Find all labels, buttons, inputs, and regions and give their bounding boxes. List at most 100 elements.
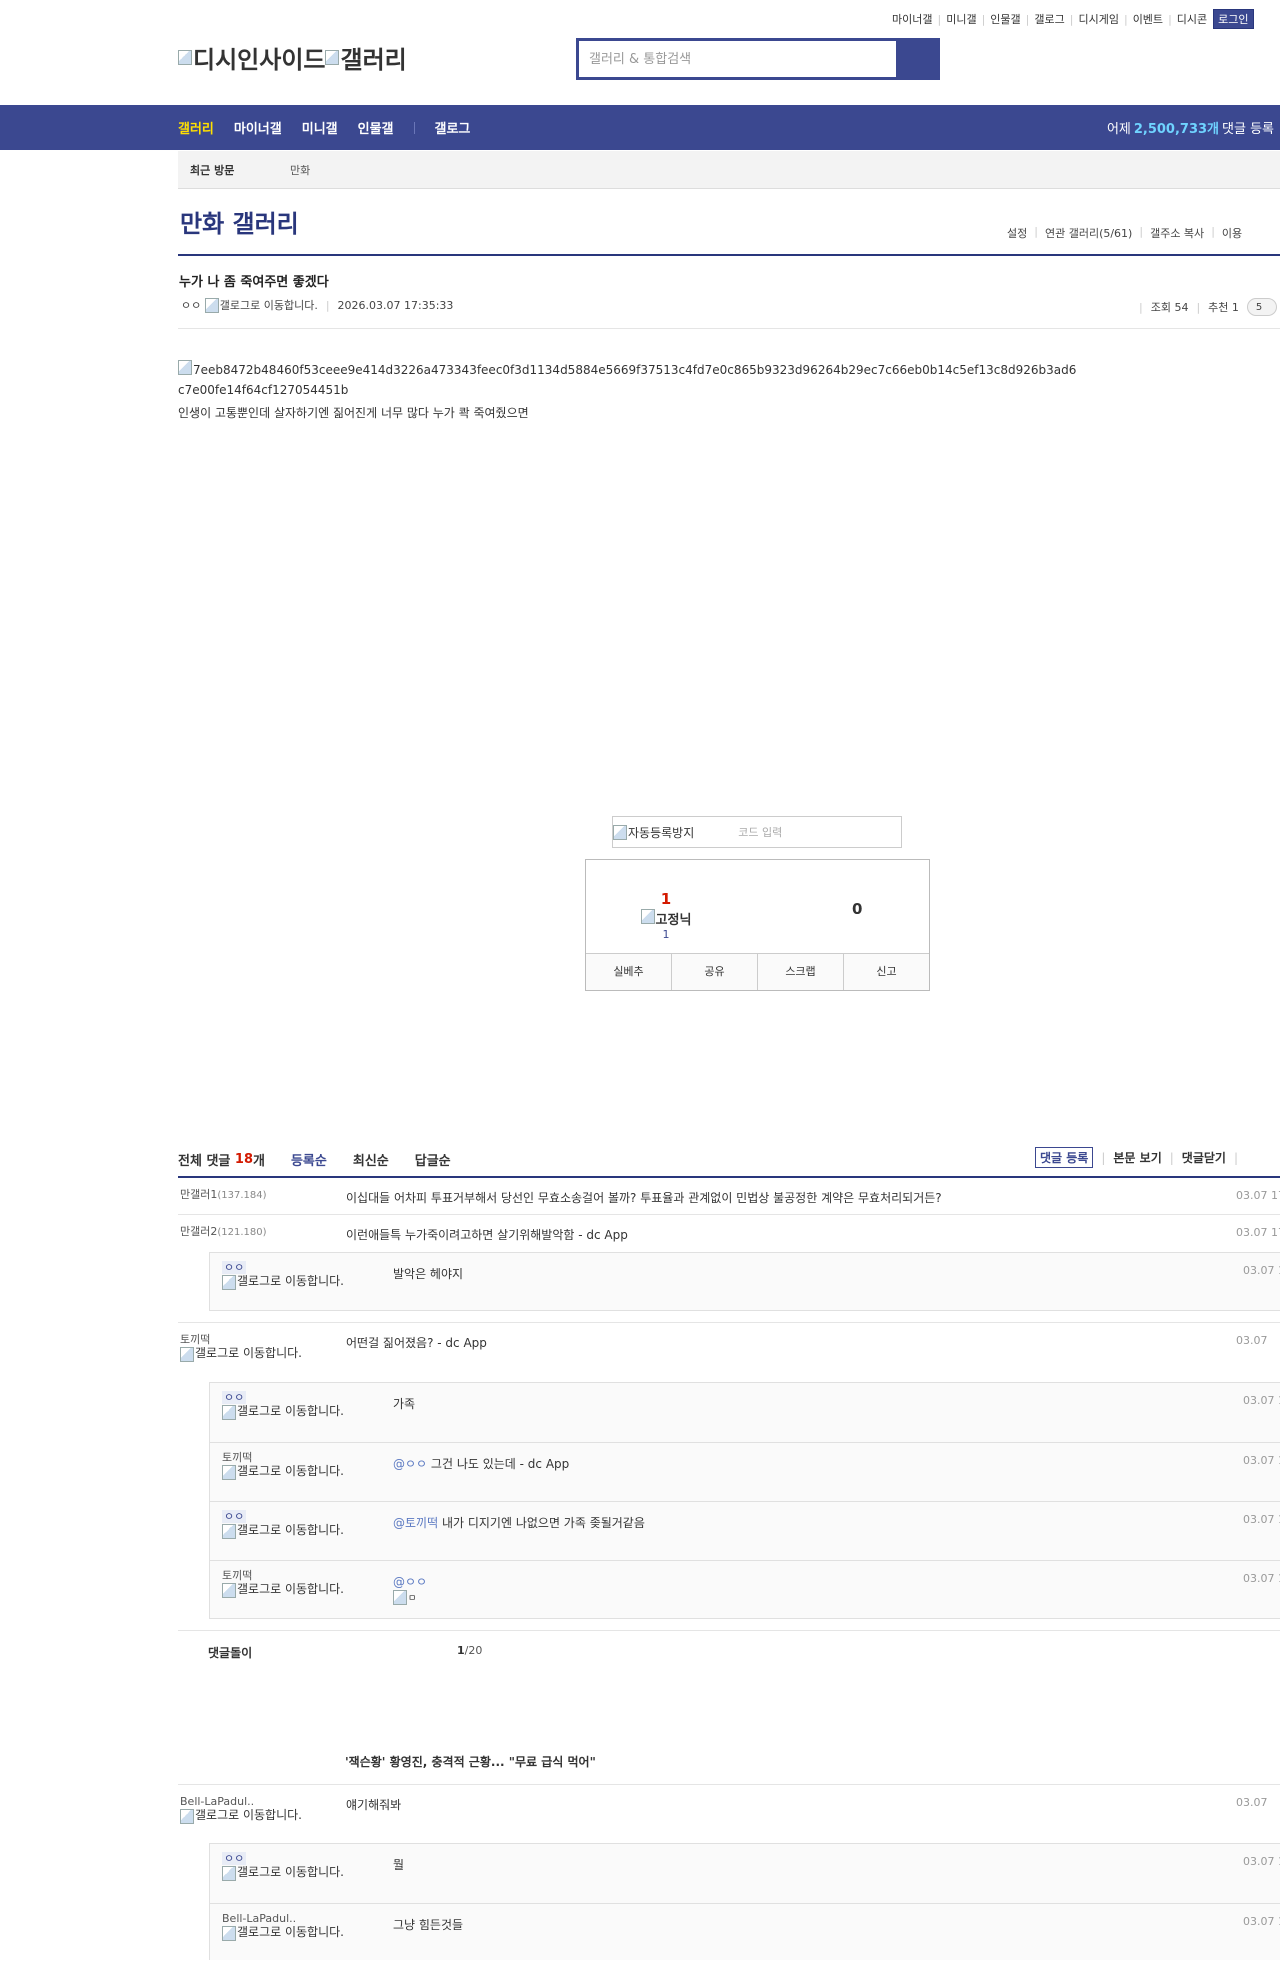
reply-text-body: 내가 디지기엔 나없으면 가족 좆될거같음 bbox=[441, 1516, 645, 1530]
comment-nick[interactable]: 만갤러2(121.180) bbox=[180, 1225, 310, 1239]
topnav-mini-gallery[interactable]: 미니갤 bbox=[946, 11, 976, 27]
topnav-gallog[interactable]: 갤로그 bbox=[1034, 11, 1064, 27]
pager-total: /20 bbox=[464, 1644, 483, 1657]
post-author[interactable]: ㅇㅇ bbox=[181, 297, 201, 313]
gallog-link[interactable]: 갤로그로 이동합니다. bbox=[222, 1465, 352, 1480]
captcha-alt: 자동등록방지 bbox=[628, 825, 695, 840]
gallog-icon[interactable] bbox=[204, 297, 219, 313]
divider bbox=[413, 121, 415, 134]
sort-latest[interactable]: 최신순 bbox=[353, 1150, 389, 1169]
divider: | bbox=[937, 12, 942, 26]
reply-mention[interactable]: @토끼떡 bbox=[393, 1516, 438, 1530]
site-logo[interactable]: 디시인사이드 갤러리 bbox=[178, 40, 407, 75]
topnav-dccon[interactable]: 디시콘 bbox=[1177, 11, 1207, 27]
nick-text: Bell-LaPadul.. bbox=[222, 1912, 297, 1925]
gallery-settings-link[interactable]: 설정 bbox=[1007, 225, 1027, 241]
recent-visit-item[interactable]: 만화 bbox=[290, 162, 310, 178]
topnav-event[interactable]: 이벤트 bbox=[1133, 11, 1163, 27]
reply-mention[interactable]: @ㅇㅇ bbox=[393, 1575, 427, 1589]
topnav-person-gallery[interactable]: 인물갤 bbox=[990, 11, 1020, 27]
reply-nick[interactable]: ㅇㅇ 갤로그로 이동합니다. bbox=[222, 1852, 352, 1881]
comment-count-pill[interactable]: 5 bbox=[1246, 298, 1277, 316]
login-button[interactable]: 로그인 bbox=[1213, 9, 1254, 29]
topnav-minor-gallery[interactable]: 마이너갤 bbox=[892, 11, 932, 27]
divider: | bbox=[1025, 12, 1030, 26]
divider: | bbox=[1233, 1150, 1238, 1165]
divider: | bbox=[1034, 225, 1038, 238]
comment-date: 03.07 bbox=[1236, 1796, 1268, 1809]
comment-nick[interactable]: Bell-LaPadul.. 갤로그로 이동합니다. bbox=[180, 1795, 310, 1824]
recommend-up[interactable]: 1 고정닉 1 bbox=[626, 890, 706, 941]
ad-headline[interactable]: '잭슨황' 황영진, 충격적 근황... "무료 급식 먹어" bbox=[345, 1753, 596, 1770]
nav-gallog[interactable]: 갤로그 bbox=[435, 118, 471, 137]
pager-current[interactable]: 1 bbox=[457, 1644, 465, 1657]
reply-nick[interactable]: ㅇㅇ 갤로그로 이동합니다. bbox=[222, 1261, 352, 1290]
copy-gallery-url-link[interactable]: 갤주소 복사 bbox=[1150, 225, 1204, 241]
broken-image-icon bbox=[222, 1275, 236, 1290]
reply-nick[interactable]: ㅇㅇ 갤로그로 이동합니다. bbox=[222, 1391, 352, 1420]
view-body-button[interactable]: 본문 보기 bbox=[1113, 1149, 1161, 1166]
gallog-alt: 갤로그로 이동합니다. bbox=[195, 1808, 302, 1822]
gallog-link[interactable]: 갤로그로 이동합니다. bbox=[222, 1866, 352, 1881]
reply-row: 토끼떡갤로그로 이동합니다. @ㅇㅇㅁ 03.07 1 bbox=[210, 1560, 1280, 1620]
broken-image-icon bbox=[222, 1866, 236, 1881]
gallog-link[interactable]: 갤로그로 이동합니다. bbox=[222, 1926, 352, 1941]
nav-gallery[interactable]: 갤러리 bbox=[178, 118, 214, 137]
gallog-link[interactable]: 갤로그로 이동합니다. bbox=[222, 1524, 352, 1539]
reply-text: 발악은 헤야지 bbox=[393, 1267, 464, 1281]
divider: | bbox=[325, 298, 330, 312]
fixed-nick-alt: 고정닉 bbox=[655, 913, 692, 928]
gallog-link[interactable]: 갤로그로 이동합니다. bbox=[180, 1809, 310, 1824]
divider: | bbox=[1196, 300, 1201, 314]
close-comments-button[interactable]: 댓글닫기 bbox=[1182, 1149, 1226, 1166]
related-gallery-link[interactable]: 연관 갤러리(5/61) bbox=[1045, 225, 1132, 241]
recent-visit-title[interactable]: 최근 방문 bbox=[190, 162, 290, 178]
reply-nick[interactable]: Bell-LaPadul.. 갤로그로 이동합니다. bbox=[222, 1912, 352, 1941]
scrap-button[interactable]: 스크랩 bbox=[758, 954, 844, 990]
post-views: 조회 54 bbox=[1150, 301, 1189, 314]
reply-row: ㅇㅇ갤로그로 이동합니다. 발악은 헤야지 03.07 1 bbox=[209, 1252, 1280, 1311]
comment-nick[interactable]: 토끼떡 갤로그로 이동합니다. bbox=[180, 1333, 310, 1362]
broken-image-icon bbox=[178, 360, 192, 375]
post-image-alt: 7eeb8472b48460f53ceee9e414d3226a473343fe… bbox=[178, 363, 1077, 397]
gallog-link[interactable]: 갤로그로 이동합니다. bbox=[222, 1405, 352, 1420]
share-button[interactable]: 공유 bbox=[672, 954, 758, 990]
gallog-link[interactable]: 갤로그로 이동합니다. bbox=[222, 1583, 352, 1598]
reply-text: 가족 bbox=[393, 1397, 416, 1411]
broken-image-icon bbox=[180, 1809, 194, 1824]
reply-mention[interactable]: @ㅇㅇ bbox=[393, 1457, 427, 1471]
comment-register-button[interactable]: 댓글 등록 bbox=[1035, 1147, 1094, 1168]
reply-nick[interactable]: 토끼떡 갤로그로 이동합니다. bbox=[222, 1569, 352, 1598]
reply-text-body: 그건 나도 있는데 - dc App bbox=[430, 1457, 570, 1471]
gallery-title[interactable]: 만화 갤러리 bbox=[180, 204, 299, 239]
reply-nick[interactable]: 토끼떡 갤로그로 이동합니다. bbox=[222, 1451, 352, 1480]
sort-registered[interactable]: 등록순 bbox=[291, 1150, 327, 1169]
search-input[interactable] bbox=[579, 41, 899, 77]
captcha-code-input[interactable]: 코드 입력 bbox=[738, 824, 782, 840]
nav-minor-gallery[interactable]: 마이너갤 bbox=[234, 118, 282, 137]
nick-text: 만갤러1 bbox=[180, 1188, 218, 1201]
usage-link[interactable]: 이용 bbox=[1222, 225, 1242, 241]
recommend-down-count[interactable]: 0 bbox=[852, 900, 862, 918]
divider: | bbox=[1139, 225, 1144, 238]
search-button[interactable] bbox=[896, 38, 940, 80]
nav-person-gallery[interactable]: 인물갤 bbox=[358, 118, 394, 137]
topnav-dcgame[interactable]: 디시게임 bbox=[1078, 11, 1118, 27]
reply-date: 03.07 1 bbox=[1243, 1855, 1280, 1868]
reply-nick[interactable]: ㅇㅇ 갤로그로 이동합니다. bbox=[222, 1510, 352, 1539]
nav-mini-gallery[interactable]: 미니갤 bbox=[302, 118, 338, 137]
comment-nick[interactable]: 만갤러1(137.184) bbox=[180, 1188, 310, 1202]
divider: | bbox=[1123, 12, 1128, 26]
search-box bbox=[576, 38, 940, 80]
gallog-alt: 갤로그로 이동합니다. bbox=[237, 1404, 344, 1418]
gallog-link[interactable]: 갤로그로 이동합니다. bbox=[222, 1275, 352, 1290]
comments-unit: 개 bbox=[253, 1153, 265, 1169]
comments-actions: 댓글 등록 | 본문 보기 | 댓글닫기 | bbox=[1035, 1147, 1246, 1168]
gallog-link[interactable]: 갤로그로 이동합니다. bbox=[180, 1347, 310, 1362]
best-recommend-button[interactable]: 실베추 bbox=[586, 954, 672, 990]
post-image[interactable]: 7eeb8472b48460f53ceee9e414d3226a473343fe… bbox=[178, 360, 1078, 400]
sort-replies[interactable]: 답글순 bbox=[415, 1150, 451, 1169]
report-button[interactable]: 신고 bbox=[844, 954, 929, 990]
reply-row: 토끼떡 갤로그로 이동합니다. @ㅇㅇ 그건 나도 있는데 - dc App 03… bbox=[210, 1442, 1280, 1502]
gallog-alt: 갤로그로 이동합니다. bbox=[195, 1346, 302, 1360]
